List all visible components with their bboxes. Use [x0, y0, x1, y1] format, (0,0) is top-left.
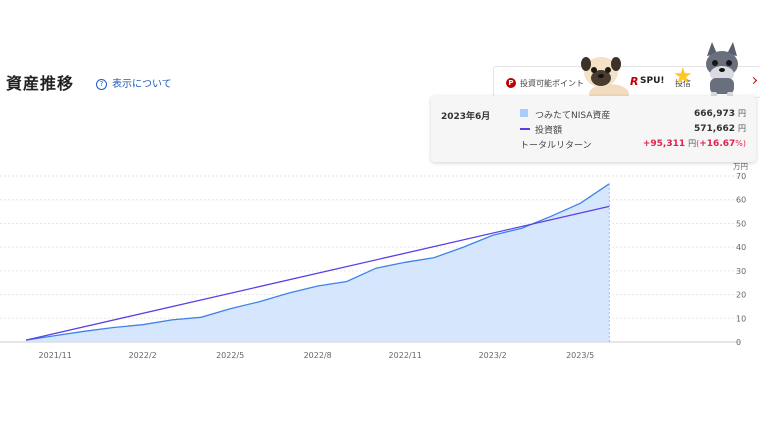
page-title: 資産推移 [6, 74, 75, 93]
x-tick-label: 2022/11 [389, 351, 422, 360]
spu-label: SPU! [640, 76, 665, 86]
y-tick-label: 50 [736, 219, 746, 228]
tooltip-return-label: トータルリターン [520, 141, 592, 151]
tooltip-invest-value: 571,662 円 [694, 123, 746, 134]
y-tick-label: 10 [736, 314, 746, 323]
help-link[interactable]: ? 表示について [96, 75, 172, 90]
investable-points-label[interactable]: 投資可能ポイント [520, 78, 584, 89]
asset-legend-swatch [520, 109, 528, 117]
y-tick-label: 70 [736, 172, 746, 181]
tooltip-return-value: +95,311 円(+16.67%) [643, 138, 746, 149]
return-amount: +95,311 [642, 139, 686, 149]
x-axis-ticks: 2021/11 2022/2 2022/5 2022/8 2022/11 2023/2 20… [39, 351, 595, 360]
return-percent: +16.67 [699, 139, 736, 149]
asset-chart[interactable]: 0 10 20 30 40 50 60 70 2021/11 2022/2 2022/5 2022/… [0, 0, 760, 428]
y-axis-ticks: 0 10 20 30 40 50 60 70 [736, 172, 746, 347]
x-tick-label: 2022/5 [216, 351, 244, 360]
chart-tooltip: 2023年6月 つみたてNISA資産 666,973 円 投資額 571,662 円… [431, 96, 756, 162]
y-tick-label: 60 [736, 196, 746, 205]
x-tick-label: 2022/8 [304, 351, 332, 360]
y-tick-label: 20 [736, 291, 746, 300]
question-icon: ? [96, 79, 107, 90]
star-icon: ★ [673, 64, 693, 89]
y-tick-label: 0 [736, 338, 741, 347]
asset-unit: 円 [738, 109, 746, 118]
invest-legend-line [520, 128, 530, 130]
rakuten-point-icon: P [506, 78, 516, 88]
y-axis-unit-label: 万円 [733, 162, 748, 171]
tooltip-asset-label: つみたてNISA資産 [535, 111, 611, 121]
help-link-label: 表示について [112, 79, 172, 90]
chevron-right-icon[interactable] [749, 76, 758, 85]
invest-unit: 円 [738, 124, 746, 133]
x-tick-label: 2023/2 [479, 351, 507, 360]
y-tick-label: 30 [736, 267, 746, 276]
x-tick-label: 2023/5 [566, 351, 594, 360]
x-tick-label: 2022/2 [129, 351, 157, 360]
y-tick-label: 40 [736, 243, 746, 252]
asset-amount: 666,973 [694, 109, 735, 119]
return-unit: 円 [688, 139, 697, 148]
schnauzer-dog-illustration [706, 42, 738, 101]
tooltip-asset-value: 666,973 円 [694, 108, 746, 119]
tooltip-month: 2023年6月 [441, 112, 491, 122]
return-paren-close: %) [735, 139, 746, 148]
invest-amount: 571,662 [694, 124, 735, 134]
x-tick-label: 2021/11 [39, 351, 72, 360]
tooltip-invest-label: 投資額 [535, 126, 563, 136]
